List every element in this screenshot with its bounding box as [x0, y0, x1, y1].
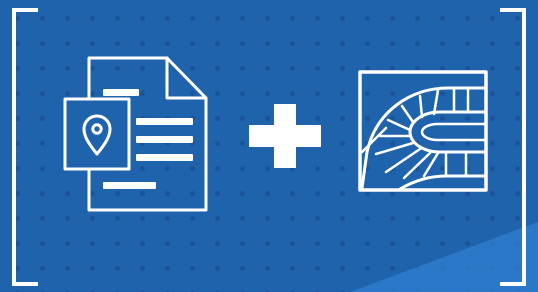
right-bracket: [500, 8, 526, 286]
graphic-canvas: [0, 0, 538, 292]
left-bracket: [12, 8, 38, 286]
document-location-icon: [63, 56, 208, 212]
curved-road-icon: [358, 70, 488, 192]
plus-icon: [249, 104, 321, 168]
